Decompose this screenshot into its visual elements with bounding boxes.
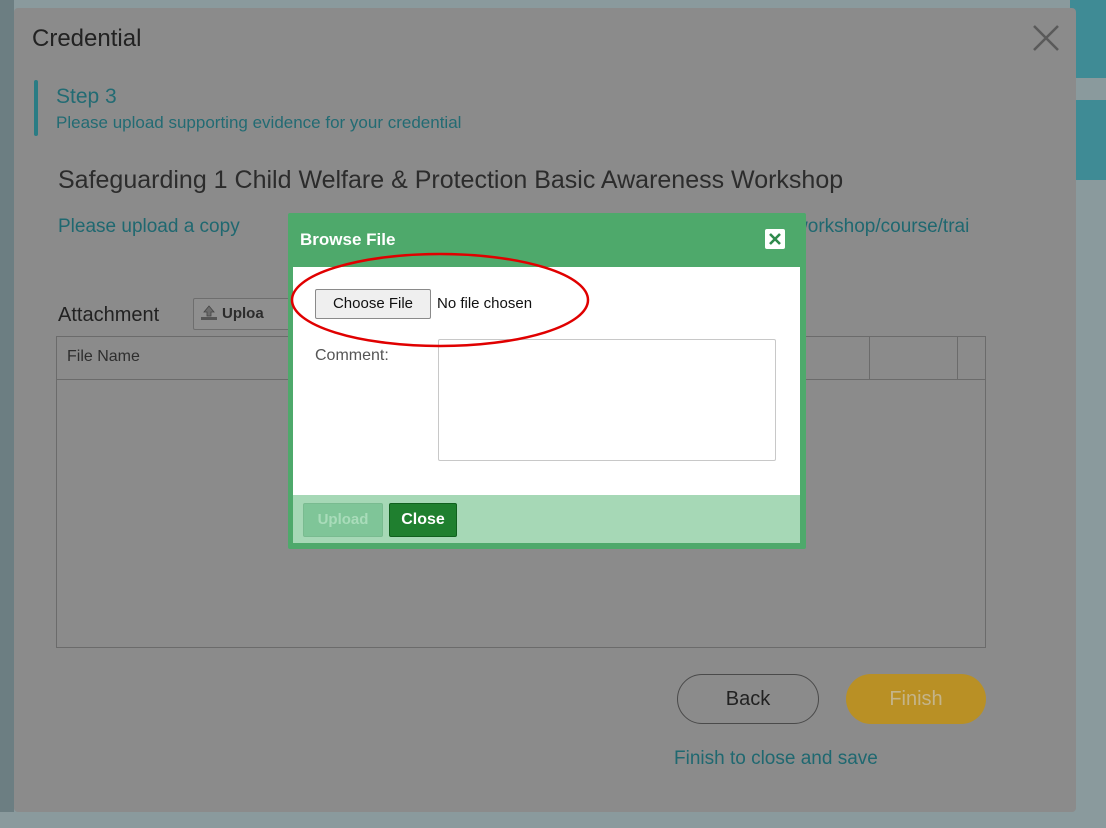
dialog-body: Choose File No file chosen Comment: [293,267,800,495]
upload-icon [200,304,218,322]
close-button[interactable]: Close [389,503,457,537]
attachment-label: Attachment [58,304,160,326]
upload-attachment-label: Uploa [222,305,264,322]
comment-label: Comment: [315,347,389,364]
back-button[interactable]: Back [677,674,819,724]
browse-file-dialog: Browse File Choose File No file chosen C… [288,213,806,549]
close-box-icon[interactable] [765,229,785,249]
finish-note: Finish to close and save [674,748,878,769]
background-sidebar [0,0,14,828]
upload-button[interactable]: Upload [303,503,383,537]
file-status-text: No file chosen [437,295,533,312]
dialog-title: Browse File [300,230,396,249]
grid-column-divider [869,337,870,379]
background-footer [0,812,1106,828]
comment-textarea[interactable] [438,339,776,461]
course-title: Safeguarding 1 Child Welfare & Protectio… [58,166,844,194]
grid-column-divider [957,337,958,379]
modal-title: Credential [32,25,142,52]
close-icon[interactable] [1026,18,1066,58]
step-title: Step 3 [56,85,117,108]
step-subtitle: Please upload supporting evidence for yo… [56,113,462,132]
step-indicator-bar [34,80,38,136]
choose-file-button[interactable]: Choose File [315,289,431,319]
column-header-file-name: File Name [67,348,140,365]
dialog-footer: Upload Close [293,495,800,543]
finish-button[interactable]: Finish [846,674,986,724]
